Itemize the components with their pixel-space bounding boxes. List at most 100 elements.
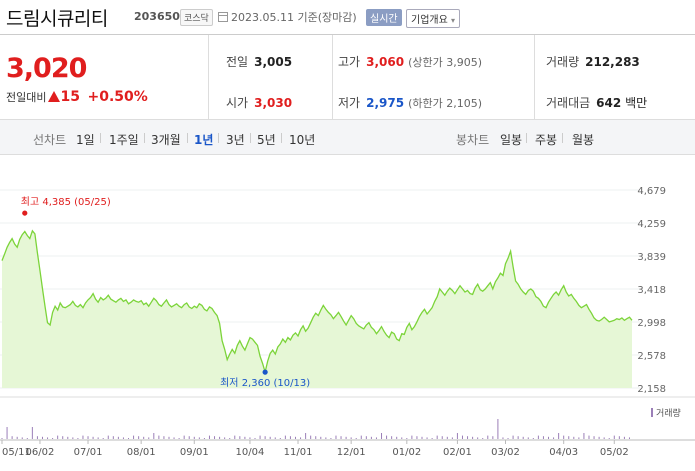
y-tick-label: 3,418	[637, 285, 666, 296]
tab-separator	[187, 133, 188, 143]
volume-bar	[623, 436, 625, 439]
volume-bar	[269, 436, 271, 439]
tab-daily[interactable]: 일봉	[500, 131, 522, 148]
price-chart[interactable]: 4,679 4,259 3,839 3,418 2,998 2,578 2,158 최고 4,…	[0, 155, 695, 471]
tab-monthly[interactable]: 월봉	[572, 131, 594, 148]
volume-bar	[183, 435, 185, 439]
volume-bar	[542, 436, 544, 439]
market-badge: 코스닥	[180, 9, 213, 26]
chevron-down-icon: ▾	[451, 16, 456, 25]
volume-bar	[391, 436, 393, 439]
stat-unit: 백만	[625, 96, 648, 110]
volume-bar	[598, 436, 600, 439]
x-tick-label: 11/01	[284, 447, 313, 458]
candle-chart-label: 봉차트	[456, 133, 490, 147]
volume-bar	[11, 436, 13, 439]
tab-separator	[281, 133, 282, 143]
volume-bar	[219, 436, 221, 439]
volume-bar	[608, 438, 610, 439]
x-tick-label: 06/02	[26, 447, 55, 458]
volume-bar	[133, 435, 135, 439]
tab-weekly[interactable]: 주봉	[535, 131, 557, 148]
volume-bar	[234, 435, 236, 439]
volume-bar	[537, 435, 539, 439]
volume-bar	[426, 437, 428, 439]
volume-bar	[47, 437, 49, 439]
volume-bar	[330, 438, 332, 439]
lower-limit: (하한가 2,105)	[408, 97, 482, 110]
volume-bar	[6, 427, 8, 439]
stock-code: 203650	[134, 10, 180, 23]
volume-bar	[583, 433, 585, 439]
volume-bar	[158, 435, 160, 439]
x-tick-label: 03/02	[491, 447, 520, 458]
volume-bar	[97, 437, 99, 439]
tab-separator	[144, 133, 145, 143]
tab-5year[interactable]: 5년	[257, 131, 276, 148]
volume-bar	[355, 438, 357, 439]
tab-1day[interactable]: 1일	[76, 131, 95, 148]
volume-legend-swatch	[651, 408, 653, 417]
x-tick-label: 05/02	[600, 447, 629, 458]
volume-bar	[477, 437, 479, 439]
volume-bar	[497, 419, 499, 439]
stat-value: 2,975	[366, 96, 405, 110]
stat-open: 시가 3,030	[226, 94, 292, 111]
divider	[208, 35, 209, 121]
volume-bar	[193, 436, 195, 439]
volume-bar	[203, 438, 205, 439]
low-annotation: 최저 2,360 (10/13)	[220, 377, 310, 389]
tab-10year[interactable]: 10년	[289, 131, 315, 148]
volume-bar	[102, 438, 104, 439]
x-tick-label: 12/01	[337, 447, 366, 458]
x-tick-label: 08/01	[127, 447, 156, 458]
tab-1week[interactable]: 1주일	[109, 131, 139, 148]
stat-label: 거래량	[546, 55, 580, 69]
volume-bar	[208, 435, 210, 439]
volume-bar	[274, 437, 276, 439]
volume-bar	[173, 437, 175, 439]
tab-separator	[526, 133, 527, 143]
tab-1year[interactable]: 1년	[194, 131, 213, 148]
tab-separator	[562, 133, 563, 143]
y-tick-label: 2,998	[637, 318, 666, 329]
volume-bar	[345, 436, 347, 439]
volume-bar	[416, 436, 418, 439]
stat-label: 전일	[226, 55, 249, 69]
tab-3month[interactable]: 3개월	[151, 131, 181, 148]
volume-bar	[421, 436, 423, 439]
volume-bar	[279, 438, 281, 439]
tab-3year[interactable]: 3년	[226, 131, 245, 148]
volume-bar	[522, 436, 524, 439]
volume-bar	[122, 437, 124, 439]
chart-tabs: 선차트 1일 1주일 3개월 1년 3년 5년 10년 봉차트 일봉 주봉 월봉	[0, 120, 695, 155]
company-info-button[interactable]: 기업개요 ▾	[406, 9, 461, 28]
volume-bar	[335, 435, 337, 439]
price-area	[2, 230, 632, 388]
volume-bar	[456, 433, 458, 439]
volume-bar	[153, 433, 155, 439]
x-tick-label: 04/03	[549, 447, 578, 458]
realtime-button[interactable]: 실시간	[366, 9, 402, 26]
volume-bar	[467, 436, 469, 439]
volume-bar	[517, 436, 519, 439]
volume-bar	[284, 435, 286, 439]
diff-value: 15	[60, 89, 80, 105]
volume-bar	[436, 435, 438, 439]
volume-bar	[315, 436, 317, 439]
volume-bar	[532, 438, 534, 439]
stat-label: 거래대금	[546, 96, 591, 110]
price-change: 전일대비 15 +0.50%	[6, 89, 148, 105]
volume-bar	[92, 436, 94, 439]
volume-bar	[502, 437, 504, 439]
stat-label: 시가	[226, 96, 249, 110]
volume-bar	[31, 427, 33, 439]
volume-bar	[386, 435, 388, 439]
volume-bar	[244, 436, 246, 439]
tab-separator	[250, 133, 251, 143]
volume-bar	[1, 438, 3, 439]
line-chart-label: 선차트	[33, 133, 67, 147]
volume-bar	[21, 437, 23, 439]
stat-value: 3,005	[254, 55, 293, 69]
y-tick-label: 4,679	[637, 186, 666, 197]
